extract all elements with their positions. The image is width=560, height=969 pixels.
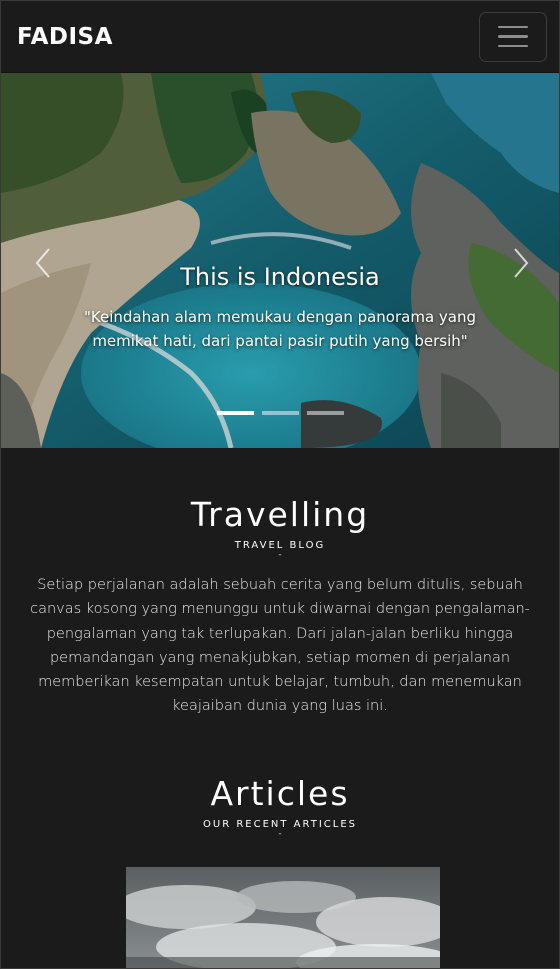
article-card-image[interactable] <box>126 867 440 968</box>
carousel-indicator-1[interactable] <box>216 411 254 415</box>
hamburger-icon <box>498 25 528 48</box>
articles-title: Articles <box>210 774 350 813</box>
page: FADISA This is Indonesia "Keindahan alam… <box>0 0 560 969</box>
navbar-toggler-button[interactable] <box>479 11 547 62</box>
chevron-right-icon <box>514 248 529 278</box>
carousel-indicator-2[interactable] <box>261 411 299 415</box>
carousel-indicators <box>1 411 559 415</box>
chevron-left-icon <box>35 248 50 278</box>
travel-text: Setiap perjalanan adalah sebuah cerita y… <box>30 577 530 715</box>
carousel-text: "Keindahan alam memukau dengan panorama … <box>83 308 477 350</box>
carousel-prev-button[interactable] <box>29 243 59 283</box>
carousel-indicator-3[interactable] <box>306 411 344 415</box>
travel-title: Travelling <box>190 495 370 534</box>
brand-logo[interactable]: FADISA <box>17 24 113 50</box>
article-image <box>126 867 440 968</box>
hero-carousel: This is Indonesia "Keindahan alam memuka… <box>1 73 559 448</box>
navbar: FADISA <box>1 1 559 73</box>
carousel-next-button[interactable] <box>505 243 535 283</box>
carousel-title: This is Indonesia <box>180 263 380 291</box>
articles-divider: - <box>278 829 282 839</box>
travel-divider: - <box>278 550 282 560</box>
hero-overlay <box>1 73 559 448</box>
articles-section: Articles OUR RECENT ARTICLES - <box>1 774 559 839</box>
travel-section: Travelling TRAVEL BLOG - Setiap perjalan… <box>1 495 559 719</box>
carousel-caption: This is Indonesia "Keindahan alam memuka… <box>61 263 499 353</box>
